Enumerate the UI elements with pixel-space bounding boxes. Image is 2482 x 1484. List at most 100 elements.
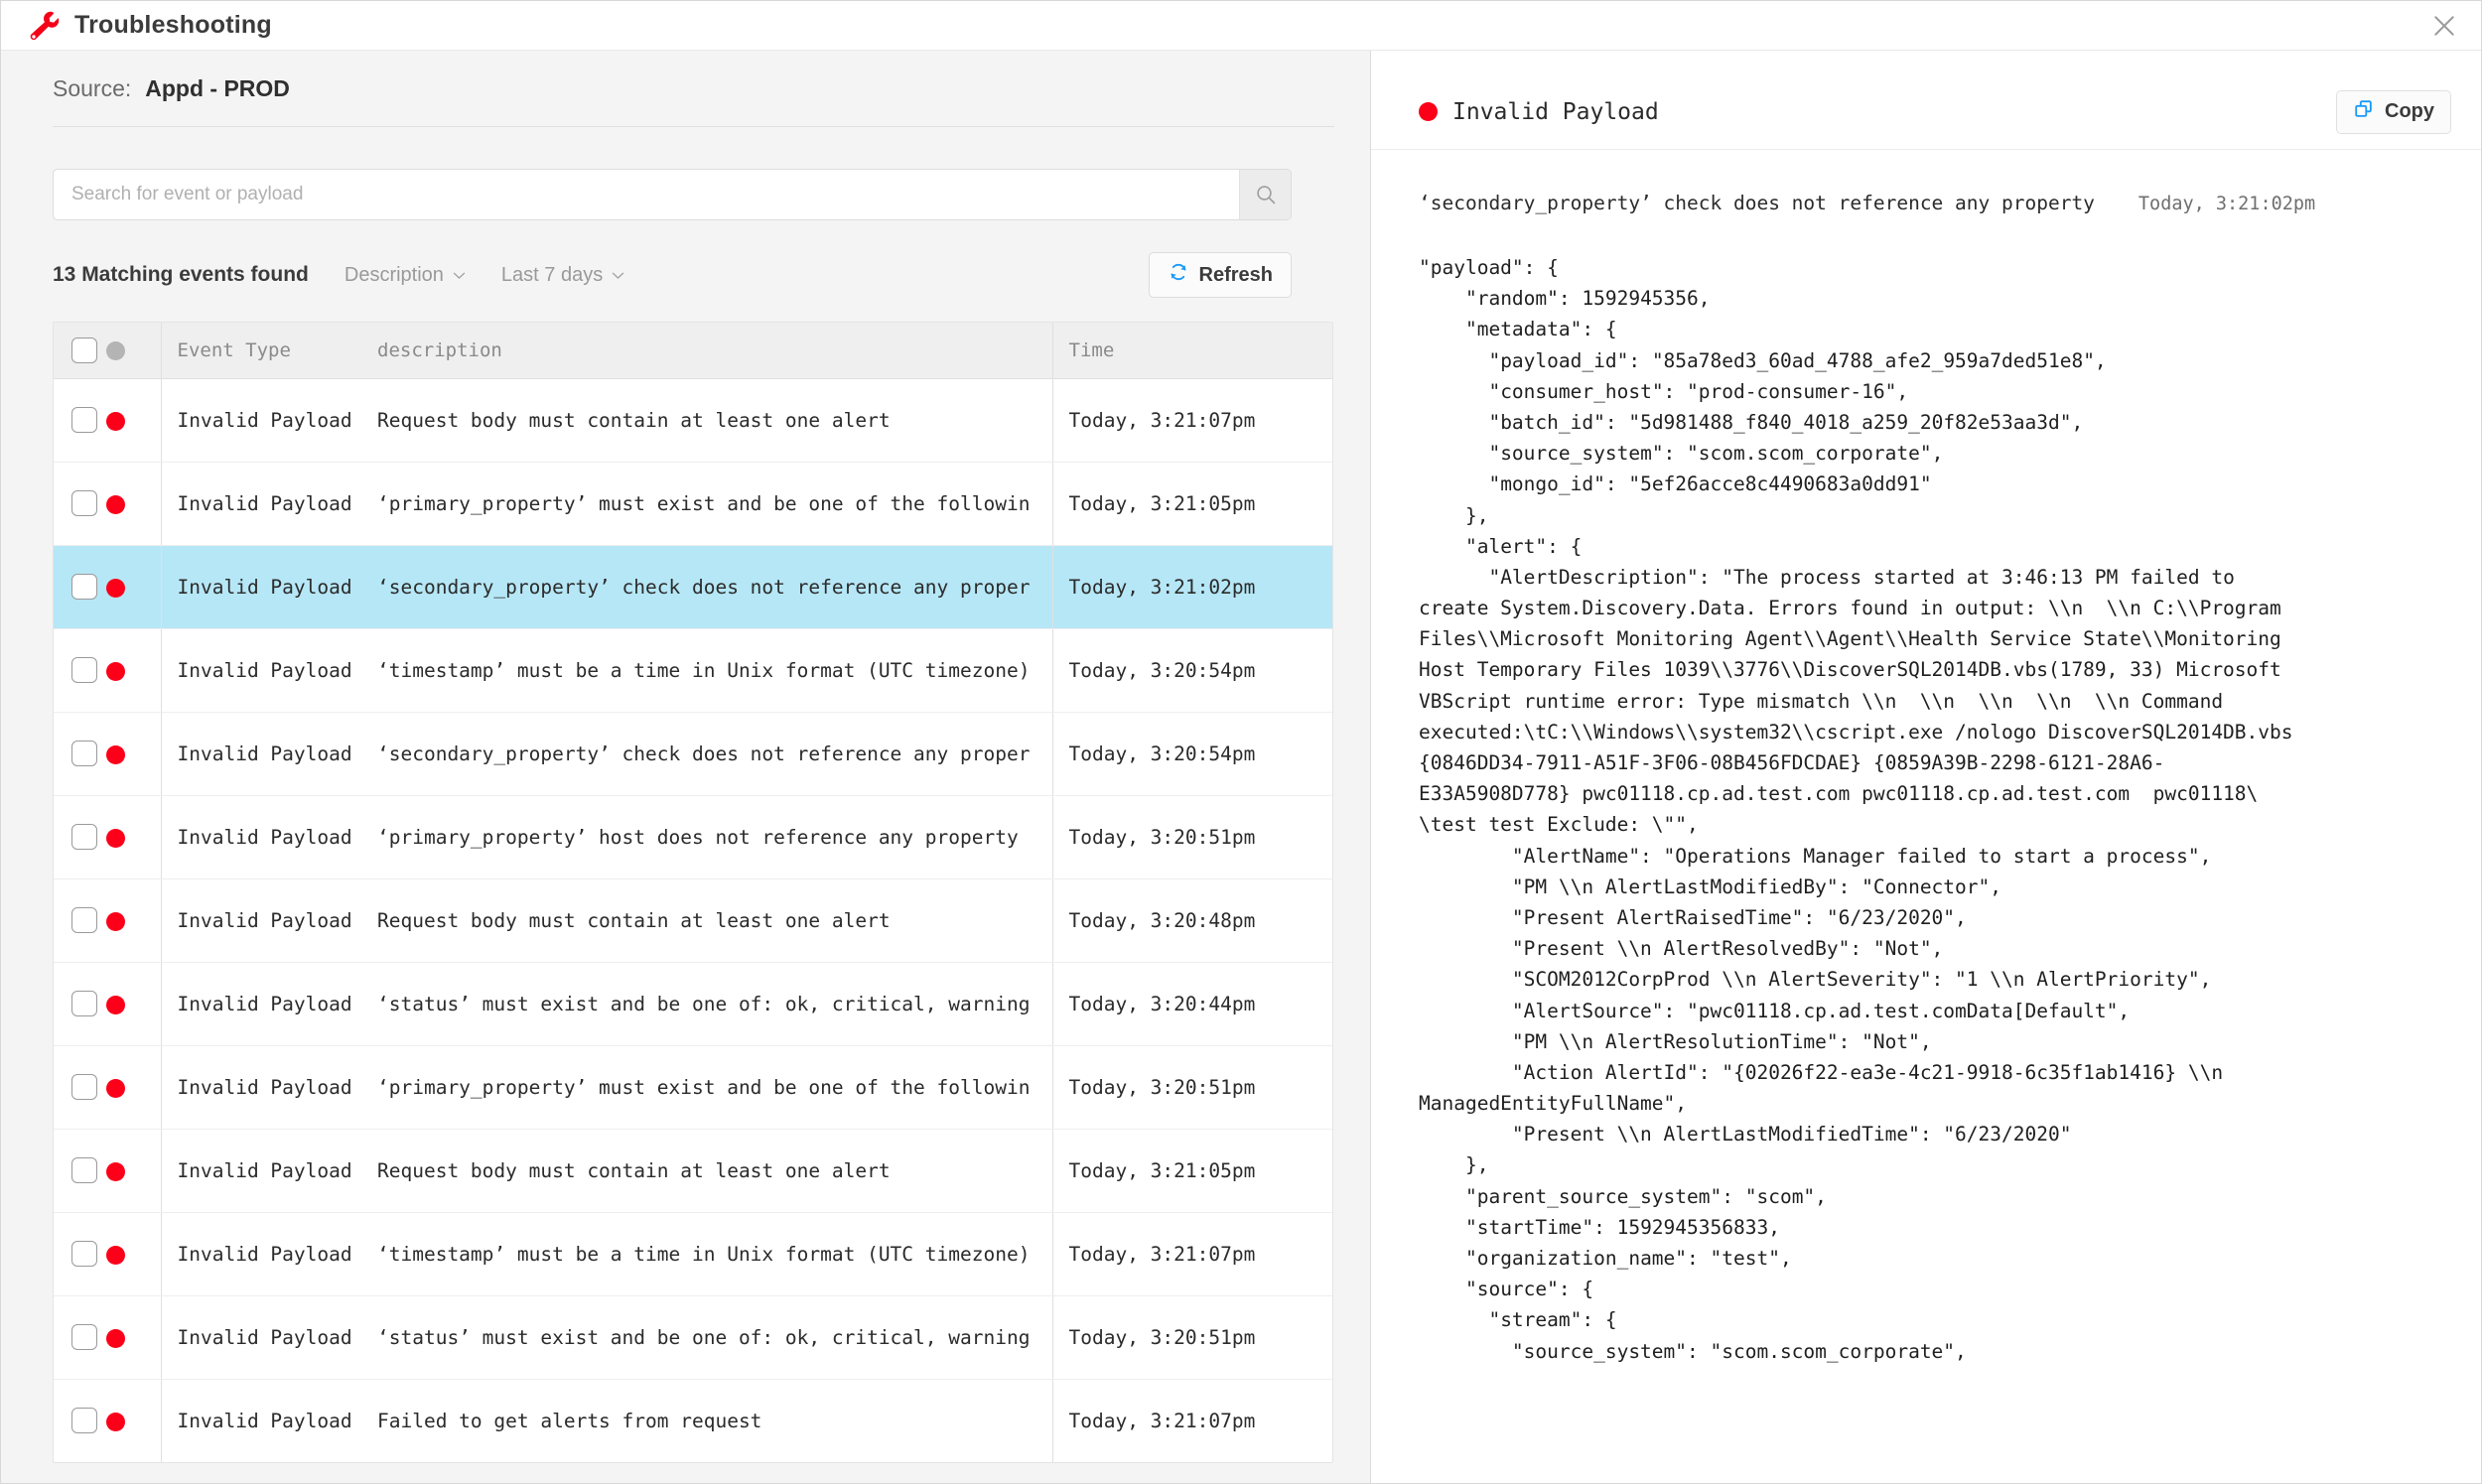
detail-body: ‘secondary_property’ check does not refe…	[1371, 150, 2481, 1483]
row-time: Today, 3:20:54pm	[1051, 712, 1332, 796]
table-row[interactable]: Invalid Payload ‘timestamp’ must be a tim…	[54, 628, 1332, 713]
results-toolbar: 13 Matching events found Description Las…	[53, 252, 1292, 298]
row-checkbox[interactable]	[71, 991, 97, 1016]
row-status-cell	[105, 378, 161, 463]
row-time: Today, 3:20:51pm	[1051, 1045, 1332, 1130]
events-pane: Source: Appd - PROD 13 Matching events f…	[1, 51, 1371, 1483]
row-checkbox[interactable]	[71, 741, 97, 766]
search-icon[interactable]	[1239, 170, 1291, 219]
status-dot-icon	[106, 411, 125, 431]
row-time: Today, 3:20:54pm	[1051, 628, 1332, 713]
window-titlebar: Troubleshooting	[1, 1, 2481, 51]
row-status-cell	[105, 1129, 161, 1213]
select-all-checkbox[interactable]	[71, 337, 97, 363]
event-type-header[interactable]: Event Type	[160, 323, 377, 379]
events-table: Event Type description Time Invalid Payl…	[54, 323, 1332, 1462]
table-row[interactable]: Invalid Payload Failed to get alerts from…	[54, 1379, 1332, 1462]
table-row[interactable]: Invalid Payload Request body must contain…	[54, 1129, 1332, 1213]
row-checkbox[interactable]	[71, 1157, 97, 1183]
row-event-type: Invalid Payload	[160, 1212, 377, 1296]
row-select-cell[interactable]	[54, 1045, 105, 1130]
row-description: ‘status’ must exist and be one of: ok, c…	[377, 1295, 1052, 1380]
row-time: Today, 3:20:44pm	[1051, 962, 1332, 1046]
filter-description[interactable]: Description	[345, 264, 466, 287]
time-header[interactable]: Time	[1051, 323, 1332, 379]
row-description: ‘timestamp’ must be a time in Unix forma…	[377, 1212, 1052, 1296]
row-checkbox[interactable]	[71, 824, 97, 850]
row-time: Today, 3:21:07pm	[1051, 378, 1332, 463]
close-icon[interactable]	[2429, 11, 2459, 41]
table-row[interactable]: Invalid Payload ‘secondary_property’ chec…	[54, 545, 1332, 629]
row-time: Today, 3:20:48pm	[1051, 878, 1332, 963]
row-event-type: Invalid Payload	[160, 1129, 377, 1213]
row-select-cell[interactable]	[54, 1129, 105, 1213]
row-select-cell[interactable]	[54, 1212, 105, 1296]
source-divider	[53, 126, 1334, 127]
status-dot-icon	[106, 1078, 125, 1098]
row-checkbox[interactable]	[71, 574, 97, 600]
row-select-cell[interactable]	[54, 545, 105, 629]
page-title: Troubleshooting	[74, 11, 272, 39]
row-select-cell[interactable]	[54, 795, 105, 879]
detail-subject: ‘secondary_property’ check does not refe…	[1419, 192, 2095, 214]
row-select-cell[interactable]	[54, 1379, 105, 1462]
table-row[interactable]: Invalid Payload ‘status’ must exist and b…	[54, 1295, 1332, 1380]
status-dot-icon	[106, 1412, 125, 1431]
row-status-cell	[105, 1212, 161, 1296]
status-dot-icon	[106, 494, 125, 514]
row-time: Today, 3:20:51pm	[1051, 795, 1332, 879]
row-status-cell	[105, 878, 161, 963]
row-time: Today, 3:21:07pm	[1051, 1212, 1332, 1296]
chevron-down-icon	[453, 268, 466, 283]
matching-events-count: 13 Matching events found	[53, 263, 309, 286]
row-select-cell[interactable]	[54, 712, 105, 796]
table-row[interactable]: Invalid Payload Request body must contain…	[54, 378, 1332, 463]
status-dot-icon	[1419, 102, 1438, 121]
table-row[interactable]: Invalid Payload ‘status’ must exist and b…	[54, 962, 1332, 1046]
content-split: Source: Appd - PROD 13 Matching events f…	[1, 51, 2481, 1483]
source-value: Appd - PROD	[145, 74, 290, 101]
row-checkbox[interactable]	[71, 490, 97, 516]
row-description: ‘timestamp’ must be a time in Unix forma…	[377, 628, 1052, 713]
row-select-cell[interactable]	[54, 878, 105, 963]
select-all-header[interactable]	[54, 323, 105, 379]
row-event-type: Invalid Payload	[160, 878, 377, 963]
status-dot-icon	[106, 828, 125, 848]
description-header[interactable]: description	[377, 323, 1052, 379]
row-time: Today, 3:20:51pm	[1051, 1295, 1332, 1380]
row-description: ‘status’ must exist and be one of: ok, c…	[377, 962, 1052, 1046]
table-row[interactable]: Invalid Payload ‘primary_property’ must e…	[54, 462, 1332, 546]
row-event-type: Invalid Payload	[160, 378, 377, 463]
row-checkbox[interactable]	[71, 1241, 97, 1267]
row-checkbox[interactable]	[71, 1408, 97, 1434]
search-input[interactable]	[54, 170, 1239, 219]
table-row[interactable]: Invalid Payload ‘primary_property’ host d…	[54, 795, 1332, 879]
row-time: Today, 3:21:05pm	[1051, 1129, 1332, 1213]
row-checkbox[interactable]	[71, 1324, 97, 1350]
row-checkbox[interactable]	[71, 657, 97, 683]
row-select-cell[interactable]	[54, 462, 105, 546]
row-status-cell	[105, 1379, 161, 1462]
row-select-cell[interactable]	[54, 628, 105, 713]
wrench-icon	[27, 9, 61, 43]
troubleshooting-window: Troubleshooting Source: Appd - PROD Sear…	[0, 0, 2482, 1484]
events-table-body: Invalid Payload Request body must contain…	[54, 378, 1332, 1462]
row-select-cell[interactable]	[54, 1295, 105, 1380]
table-row[interactable]: Invalid Payload Request body must contain…	[54, 878, 1332, 963]
row-checkbox[interactable]	[71, 907, 97, 933]
row-description: ‘primary_property’ must exist and be one…	[377, 462, 1052, 546]
row-description: ‘secondary_property’ check does not refe…	[377, 545, 1052, 629]
filter-date-range[interactable]: Last 7 days	[501, 264, 624, 287]
table-row[interactable]: Invalid Payload ‘primary_property’ must e…	[54, 1045, 1332, 1130]
copy-button[interactable]: Copy	[2336, 89, 2451, 134]
row-description: Request body must contain at least one a…	[377, 378, 1052, 463]
row-select-cell[interactable]	[54, 378, 105, 463]
row-select-cell[interactable]	[54, 962, 105, 1046]
row-checkbox[interactable]	[71, 1074, 97, 1100]
payload-json: "payload": { "random": 1592945356, "meta…	[1419, 256, 2293, 1363]
table-row[interactable]: Invalid Payload ‘timestamp’ must be a tim…	[54, 1212, 1332, 1296]
table-row[interactable]: Invalid Payload ‘secondary_property’ chec…	[54, 712, 1332, 796]
row-checkbox[interactable]	[71, 407, 97, 433]
row-event-type: Invalid Payload	[160, 1295, 377, 1380]
refresh-button[interactable]: Refresh	[1148, 252, 1292, 298]
